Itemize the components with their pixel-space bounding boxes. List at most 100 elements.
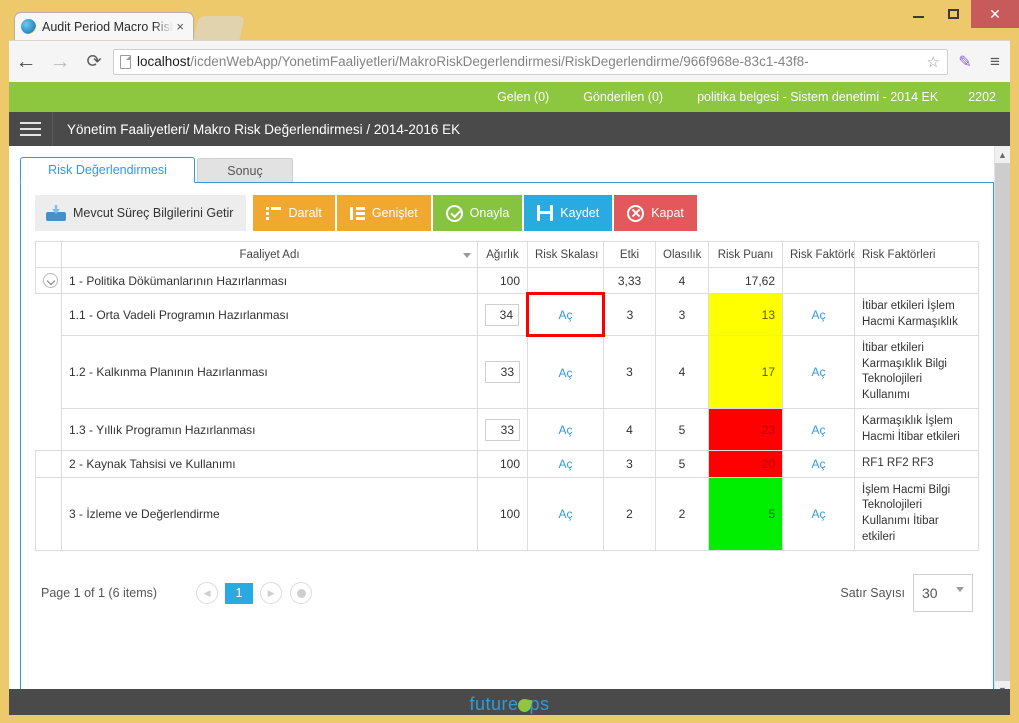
table-row[interactable]: 1 - Politika Dökümanlarının Hazırlanması… [35,266,979,295]
col-header-risk-faktorleri-1[interactable]: Risk Faktörleri [782,241,855,268]
futureps-logo: future ps [469,694,549,715]
weight-input[interactable]: 34 [485,303,519,326]
col-header-agirlik[interactable]: Ağırlık [477,241,528,268]
app-top-bar: Gelen (0) Gönderilen (0) politika belges… [9,82,1010,112]
import-icon [46,205,66,221]
bookmark-star-icon[interactable]: ☆ [924,53,943,71]
cell-olasilik: 5 [655,408,709,452]
cell-risk-faktorleri: İtibar etkileri Karmaşıklık Bilgi Teknol… [854,335,979,410]
page-info-icon [120,54,131,69]
cell-risk-skalasi[interactable]: Aç [527,450,604,478]
cell-agirlik[interactable]: 33 [477,408,528,452]
rows-per-page-select[interactable]: 30 [913,574,973,612]
prev-page-icon[interactable]: ◀ [196,582,219,604]
col-header-etki[interactable]: Etki [603,241,656,268]
cell-risk-skalasi[interactable]: Aç [527,476,604,552]
user-id-label[interactable]: 2202 [968,90,996,104]
row-expander-cell [35,476,62,552]
app-footer: future ps [9,689,1010,715]
cell-etki: 3 [603,450,656,478]
cell-risk-faktorleri-link[interactable]: Aç [782,450,855,478]
back-icon[interactable]: ← [9,50,43,74]
tab-label: Risk Değerlendirmesi [48,163,167,177]
tab-strip: Audit Period Macro Risk A × [0,0,1019,40]
close-window-button[interactable]: ✕ [971,0,1019,28]
sent-link[interactable]: Gönderilen (0) [583,90,663,104]
table-row[interactable]: 2 - Kaynak Tahsisi ve Kullanımı 100 Aç 3… [35,450,979,478]
menu-hamburger-icon[interactable] [9,112,53,146]
page-number-1[interactable]: 1 [225,582,254,604]
scroll-thumb[interactable] [995,163,1010,681]
close-tab-icon[interactable]: × [173,19,187,34]
cell-agirlik[interactable]: 34 [477,293,528,337]
new-tab-button[interactable] [193,16,245,40]
table-row[interactable]: 1.2 - Kalkınma Planının Hazırlanması 33 … [36,335,979,410]
cell-risk-faktorleri-link[interactable]: Aç [782,408,855,452]
cell-risk-faktorleri-link[interactable]: Aç [782,476,855,552]
cell-risk-skalasi[interactable]: Aç [526,292,605,338]
cell-risk-faktorleri: İtibar etkileri İşlem Hacmi Karmaşıklık [854,293,979,337]
url-path: /icdenWebApp/YonetimFaaliyetleri/MakroRi… [190,54,809,69]
col-header-faaliyet-adi[interactable]: Faaliyet Adı [61,241,478,268]
cell-etki: 3 [603,293,656,337]
tab-sonuc[interactable]: Sonuç [197,158,293,182]
table-row[interactable]: 1.3 - Yıllık Programın Hazırlanması 33 A… [36,408,979,452]
risk-grid: Faaliyet Adı Ağırlık Risk Skalası Etki O… [35,241,979,552]
scroll-up-icon[interactable]: ▲ [995,146,1010,163]
forward-icon[interactable]: → [43,50,77,74]
header-row: Faaliyet Adı Ağırlık Risk Skalası Etki O… [35,241,979,268]
minimize-button[interactable] [901,0,936,28]
button-label: Genişlet [371,206,418,220]
expand-button[interactable]: Genişlet [336,195,431,231]
reload-icon[interactable]: ⟳ [77,51,111,72]
vertical-scrollbar[interactable]: ▲ ▼ [994,146,1010,715]
col-header-olasilik[interactable]: Olasılık [655,241,709,268]
collapse-button[interactable]: Daralt [253,195,335,231]
maximize-button[interactable] [936,0,971,28]
next-page-icon[interactable]: ▶ [260,582,283,604]
cell-olasilik: 5 [655,450,709,478]
tab-label: Sonuç [227,163,263,178]
cell-risk-skalasi[interactable]: Aç [527,408,604,452]
context-label[interactable]: politika belgesi - Sistem denetimi - 201… [697,90,938,104]
address-bar[interactable]: localhost/icdenWebApp/YonetimFaaliyetler… [113,48,948,75]
cell-olasilik: 4 [655,266,709,295]
weight-input[interactable]: 33 [485,361,520,384]
row-expander-cell [36,409,62,451]
fetch-process-info-button[interactable]: Mevcut Süreç Bilgilerini Getir [35,195,247,231]
row-expander-cell[interactable] [35,266,62,295]
chevron-down-icon[interactable] [956,587,964,592]
cell-agirlik[interactable]: 33 [477,335,528,410]
logo-text-after: ps [529,694,550,714]
col-header-risk-skalasi[interactable]: Risk Skalası [527,241,604,268]
extension-icon[interactable]: ✎ [950,52,980,72]
button-label: Onayla [469,206,510,220]
close-button[interactable]: Kapat [614,195,697,231]
browser-menu-icon[interactable]: ≡ [980,52,1010,72]
web-page: Gelen (0) Gönderilen (0) politika belges… [9,82,1010,715]
browser-tab-active[interactable]: Audit Period Macro Risk A × [14,12,194,40]
tab-risk-degerlendirmesi[interactable]: Risk Değerlendirmesi [20,157,195,183]
last-page-icon[interactable] [290,582,313,604]
cell-etki: 3 [603,335,656,410]
cell-faaliyet-adi: 1 - Politika Dökümanlarının Hazırlanması [61,266,478,295]
table-row[interactable]: 3 - İzleme ve Değerlendirme 100 Aç 2 2 5… [35,476,979,552]
chevron-down-icon[interactable] [463,252,471,258]
weight-input[interactable]: 33 [485,418,520,441]
cell-risk-faktorleri-link[interactable]: Aç [782,293,855,337]
x-circle-icon [627,204,645,222]
cell-risk-skalasi[interactable]: Aç [527,335,604,410]
col-header-risk-puani[interactable]: Risk Puanı [708,241,783,268]
col-header-risk-faktorleri-2[interactable]: Risk Faktörleri [854,241,979,268]
table-row[interactable]: 1.1 - Orta Vadeli Programın Hazırlanması… [36,292,979,338]
collapse-row-icon[interactable] [43,273,58,289]
cell-risk-faktorleri-link[interactable]: Aç [782,335,855,410]
logo-text-before: future [469,694,519,714]
approve-button[interactable]: Onayla [432,195,523,231]
inbox-link[interactable]: Gelen (0) [497,90,549,104]
browser-tab-title: Audit Period Macro Risk A [42,19,174,34]
window-controls: ✕ [901,0,1019,28]
expander-col-header [35,241,62,268]
save-button[interactable]: Kaydet [524,195,613,231]
table-head: Faaliyet Adı Ağırlık Risk Skalası Etki O… [35,241,979,268]
